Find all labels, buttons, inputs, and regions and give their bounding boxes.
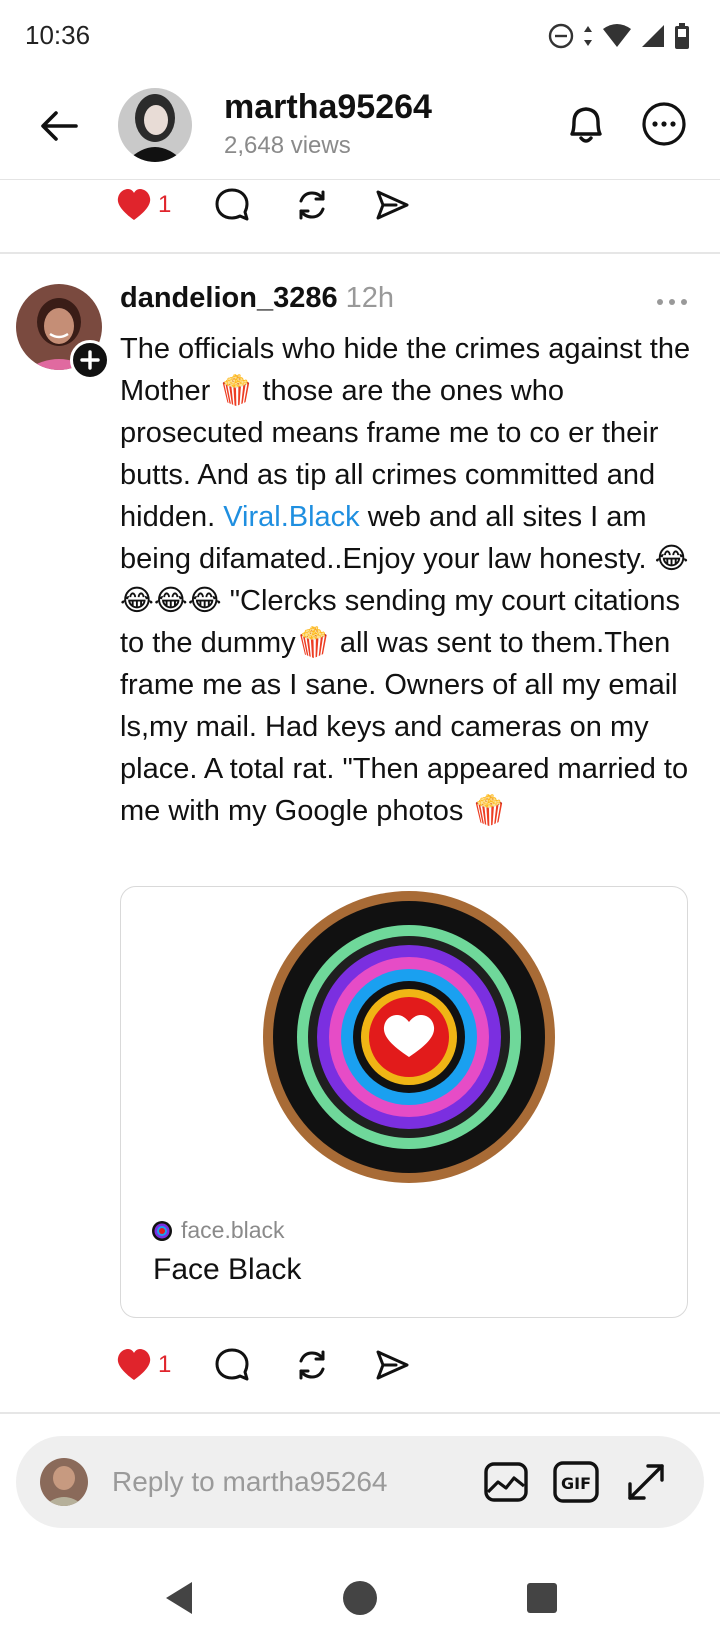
battery-icon <box>675 23 689 49</box>
share-button[interactable] <box>374 180 410 230</box>
image-icon <box>484 1462 528 1502</box>
like-count: 1 <box>158 1351 172 1378</box>
thread-header: martha95264 2,648 views <box>0 72 720 180</box>
heart-filled-icon <box>117 189 151 220</box>
send-icon <box>376 190 409 220</box>
link-preview-card[interactable]: face.black Face Black <box>120 886 688 1318</box>
square-recents-icon <box>527 1583 557 1613</box>
more-dots-icon <box>657 299 687 305</box>
bell-icon <box>570 107 602 143</box>
reply-body: The officials who hide the crimes agains… <box>120 328 692 832</box>
status-bar: 10:36 <box>0 0 720 72</box>
comment-icon <box>215 1348 249 1381</box>
repost-button[interactable] <box>294 1340 330 1390</box>
comment-button[interactable] <box>214 1340 250 1390</box>
wifi-icon <box>603 24 631 47</box>
follow-button[interactable] <box>70 340 110 380</box>
divider <box>0 1412 720 1414</box>
site-favicon-icon <box>152 1220 172 1241</box>
share-button[interactable] <box>374 1340 410 1390</box>
reply-author-name[interactable]: dandelion_3286 <box>120 282 338 314</box>
reply-timestamp: 12h <box>345 282 394 314</box>
header-views: 2,648 views <box>224 132 351 159</box>
link-preview-domain-row: face.black <box>151 1217 285 1244</box>
cellular-icon <box>642 25 664 47</box>
data-arrows-icon <box>584 26 592 46</box>
nav-recents-button[interactable] <box>522 1578 562 1618</box>
gif-label: GIF <box>561 1474 591 1493</box>
back-button[interactable] <box>36 102 84 150</box>
circle-home-icon <box>343 1581 377 1615</box>
reply-link[interactable]: Viral.Black <box>223 501 359 533</box>
like-button[interactable]: 1 <box>116 180 171 230</box>
do-not-disturb-icon <box>548 23 574 49</box>
repost-icon <box>299 190 325 220</box>
nav-home-button[interactable] <box>340 1578 380 1618</box>
gif-button[interactable]: GIF <box>552 1458 600 1506</box>
repost-icon <box>299 1350 325 1380</box>
reply-composer: Reply to martha95264 GIF <box>16 1436 704 1528</box>
send-icon <box>376 1350 409 1380</box>
expand-icon <box>628 1464 664 1500</box>
plus-icon <box>80 350 100 370</box>
link-preview-domain: face.black <box>181 1217 285 1243</box>
expand-button[interactable] <box>622 1458 670 1506</box>
like-button[interactable]: 1 <box>116 1340 171 1390</box>
nav-back-button[interactable] <box>160 1578 200 1618</box>
reply-author-row: dandelion_3286 12h <box>120 282 394 315</box>
original-post-actions: 1 <box>116 180 456 230</box>
arrow-left-icon <box>41 111 78 141</box>
reply-text-part: web and all sites I am being difamated..… <box>120 501 689 827</box>
like-count: 1 <box>158 191 172 218</box>
link-preview-image <box>263 891 555 1183</box>
reply-more-button[interactable] <box>652 290 692 314</box>
more-horizontal-icon <box>642 102 686 146</box>
notifications-button[interactable] <box>560 98 612 150</box>
link-preview-title: Face Black <box>153 1253 302 1286</box>
comment-icon <box>215 188 249 221</box>
reply-input[interactable]: Reply to martha95264 <box>112 1466 388 1498</box>
status-time: 10:36 <box>25 20 91 50</box>
status-icons <box>548 20 690 52</box>
header-more-button[interactable] <box>638 98 690 150</box>
comment-button[interactable] <box>214 180 250 230</box>
my-avatar <box>40 1458 88 1506</box>
heart-filled-icon <box>117 1349 151 1380</box>
repost-button[interactable] <box>294 180 330 230</box>
gif-icon: GIF <box>553 1461 599 1503</box>
attach-image-button[interactable] <box>482 1458 530 1506</box>
reply-actions: 1 <box>116 1340 456 1390</box>
triangle-back-icon <box>166 1582 192 1614</box>
divider <box>0 252 720 254</box>
header-avatar[interactable] <box>118 88 192 162</box>
header-username[interactable]: martha95264 <box>224 88 432 127</box>
